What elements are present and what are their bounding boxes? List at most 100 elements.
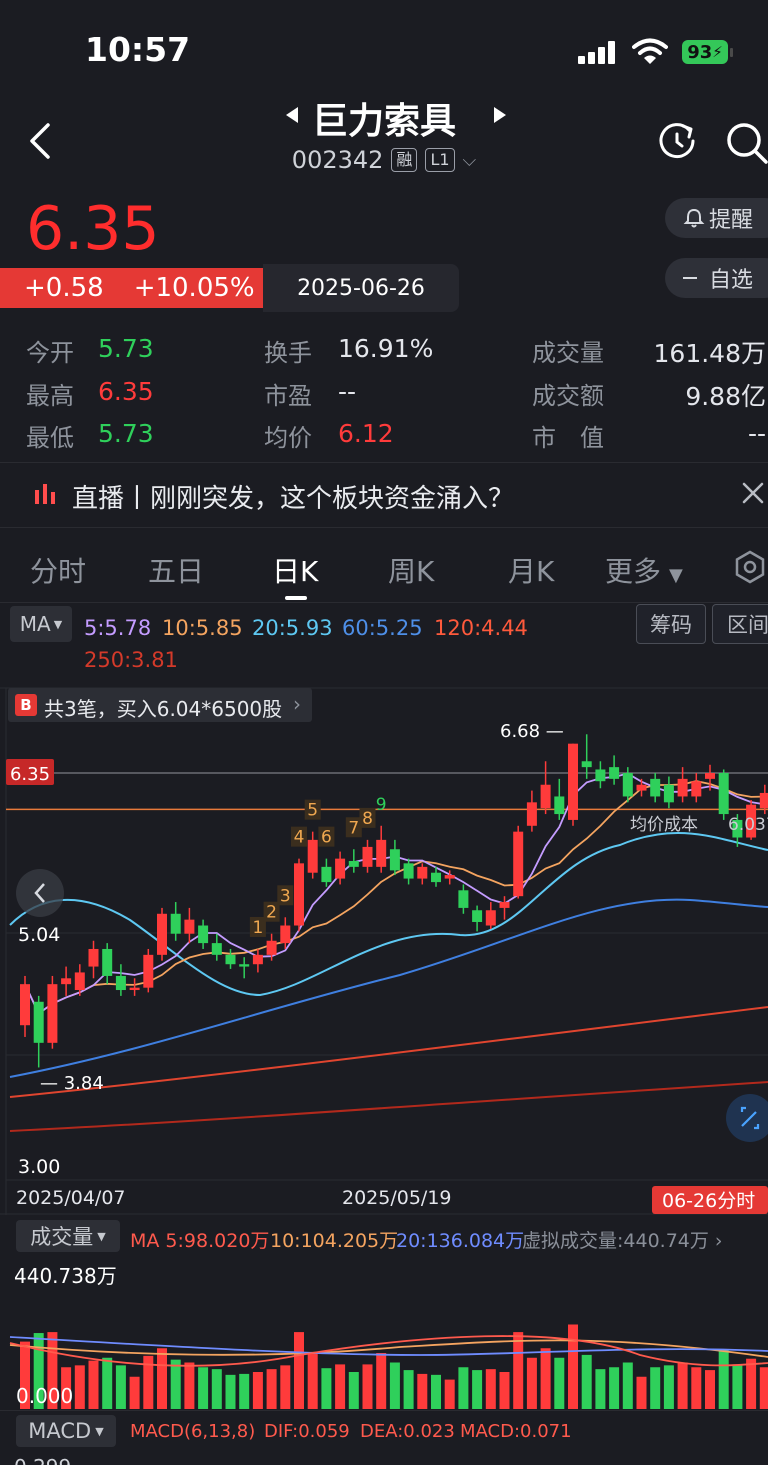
watchlist-button[interactable]: 自选 [665,258,768,298]
next-stock-icon[interactable] [494,107,506,123]
volume-bar [595,1369,606,1409]
volume-bar [321,1368,332,1409]
volume-bar [376,1353,387,1409]
stat-label: 最高 [26,382,74,410]
stock-name: 巨力索具 [311,101,456,142]
settings-hexagon-icon[interactable] [734,550,766,584]
candle-body [348,860,359,867]
x-axis-label: 2025/04/07 [16,1187,126,1209]
volume-bar [581,1354,592,1409]
volume-dropdown[interactable]: 成交量 ▼ [16,1220,120,1252]
alert-button[interactable]: 提醒 [665,198,768,238]
virtual-volume[interactable]: 虚拟成交量:440.74万 › [522,1226,723,1253]
td-number: 1 [252,918,263,938]
candle-body [403,863,414,879]
tab-weekly-k[interactable]: 周K [388,550,434,590]
stat-label: 市盈 [264,382,312,410]
close-icon[interactable] [742,482,764,504]
tab-monthly-k[interactable]: 月K [508,550,554,590]
battery-cap [730,48,733,57]
kline-chart[interactable]: 123 456 7 89 6.35 6.68 — — 3.84 5.04 3.00 均价成本 6.0… [0,640,768,1215]
candle-body [198,925,209,944]
chevron-down-icon[interactable]: ⌵ [463,150,477,171]
volume-bar [431,1374,441,1409]
volume-bar [88,1360,99,1409]
virtual-volume-value: 虚拟成交量:440.74万 [522,1230,709,1252]
candle-body [417,866,428,879]
stat-value: -- [747,419,766,448]
tab-five-day[interactable]: 五日 [148,550,204,590]
volume-bar [266,1369,277,1409]
collapse-chevron-icon[interactable] [16,869,64,917]
refresh-icon[interactable] [656,120,698,162]
volume-bar [636,1376,647,1409]
tab-more[interactable]: 更多 ▼ [605,550,683,590]
l1-badge[interactable]: L1 [425,148,455,172]
candle-body [239,964,250,967]
trade-note: 共3笔，买入6.04*6500股 [44,697,283,721]
tab-daily-k[interactable]: 日K [272,550,318,590]
td-number: 8 [362,809,373,829]
candle-body [705,773,715,779]
fullscreen-icon[interactable] [726,1094,768,1142]
td-number: 9 [376,795,387,815]
candle-body [252,954,263,965]
candle-body [74,972,85,991]
volume-bar [102,1357,113,1409]
candle-body [609,767,620,779]
range-button[interactable]: 区间 [712,604,768,644]
trade-record-bar[interactable]: B 共3笔，买入6.04*6500股 › [8,688,312,722]
candle-body [389,849,400,871]
macd-dif: DIF:0.059 [264,1421,350,1442]
chevron-right-icon: › [293,692,301,716]
tab-intraday[interactable]: 分时 [30,550,86,590]
stat-label: 市 值 [532,424,604,452]
candle-body [335,858,346,879]
volume-bar [650,1367,661,1409]
battery-level: 93 [687,41,713,63]
ma10-value: 10:5.85 [162,616,243,640]
stat-value: 16.91% [338,334,434,363]
candle-body [321,866,332,883]
volume-bar [540,1348,551,1409]
candle-body [540,784,551,809]
volume-bar [485,1369,496,1409]
candle-body [526,802,537,826]
volume-bar [444,1379,455,1409]
watchlist-label: 自选 [709,268,754,293]
macd-axis: 0.299 [14,1455,71,1465]
vol-ma20: 20:136.084万 [396,1230,525,1252]
avg-cost-name: 均价成本 [630,815,698,835]
chips-button[interactable]: 筹码 [636,604,706,644]
stock-code: 002342 [291,146,384,174]
volume-bar [691,1367,702,1409]
candle-body [157,913,167,955]
volume-bar [280,1365,291,1409]
caret-down-icon: ▼ [97,1229,106,1243]
ma-dropdown-label: MA [19,612,51,636]
search-icon[interactable] [724,120,768,164]
candle-body [170,913,181,934]
volume-bar [348,1372,359,1409]
buy-badge: B [15,694,37,716]
volume-bar [335,1364,346,1409]
macd-dropdown[interactable]: MACD ▼ [16,1415,116,1447]
volume-bar [184,1362,195,1409]
ma120-value: 120:4.44 [434,616,528,640]
stat-label: 今开 [26,339,74,367]
volume-bar [362,1364,373,1409]
ma5-value: 5:5.78 [84,616,152,640]
stat-value: 6.35 [98,377,154,406]
news-headline[interactable]: 直播丨刚刚突发，这个板块资金涌入？ [72,478,514,515]
volume-bar [718,1350,729,1409]
quote-date: 2025-06-26 [263,264,459,312]
candle-body [184,919,195,934]
candle-body [33,1001,44,1043]
candle-body [650,778,661,797]
caret-down-icon: ▼ [53,617,63,631]
change-box: +0.58 +10.05% [0,268,263,308]
ma-dropdown[interactable]: MA ▼ [10,606,72,642]
volume-chart [9,1324,768,1409]
candle-body [677,778,688,797]
volume-dropdown-label: 成交量 [30,1225,94,1249]
